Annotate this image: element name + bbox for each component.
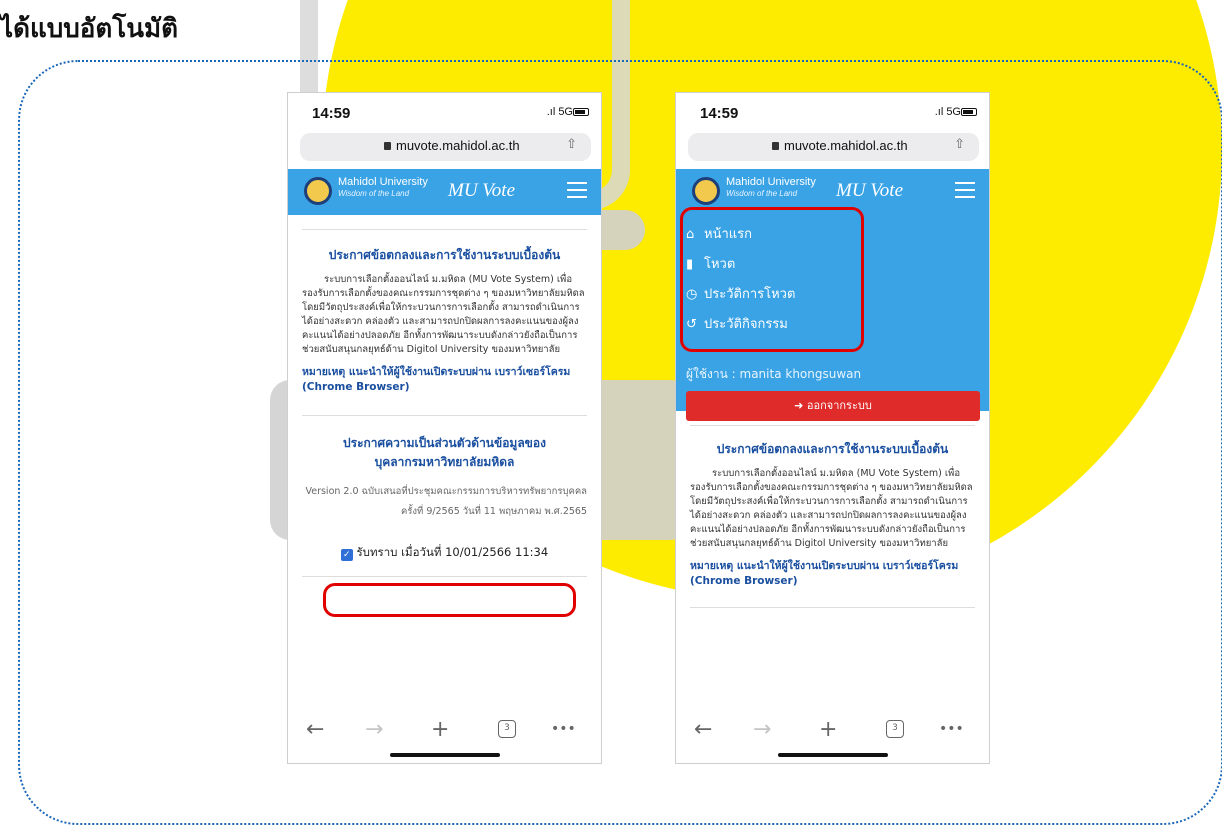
status-bar: 14:59 .ıl 5G bbox=[288, 93, 601, 133]
brand-name: Mahidol University bbox=[726, 176, 816, 188]
signal-icon: .ıl 5G bbox=[934, 106, 961, 118]
new-tab-plus-icon[interactable]: + bbox=[431, 717, 449, 742]
brand-tagline: Wisdom of the Land bbox=[338, 189, 410, 198]
address-bar[interactable]: muvote.mahidol.ac.th ⇧ bbox=[300, 133, 591, 161]
signal-icon: .ıl 5G bbox=[546, 106, 573, 118]
new-tab-plus-icon[interactable]: + bbox=[819, 717, 837, 742]
lock-icon bbox=[384, 142, 391, 150]
forward-arrow-icon[interactable]: → bbox=[753, 717, 771, 742]
app-title: MU Vote bbox=[836, 180, 904, 201]
highlight-menu bbox=[680, 207, 864, 352]
url-text: muvote.mahidol.ac.th bbox=[784, 138, 908, 153]
page-content: ประกาศข้อตกลงและการใช้งานระบบเบื้องต้น ร… bbox=[288, 215, 601, 577]
browser-toolbar: ← → + 3 ••• bbox=[288, 703, 601, 763]
privacy-title: ประกาศความเป็นส่วนตัวด้านข้อมูลของ บุคลา… bbox=[343, 436, 546, 469]
browser-toolbar: ← → + 3 ••• bbox=[676, 703, 989, 763]
current-user: ผู้ใช้งาน : manita khongsuwan bbox=[686, 367, 862, 381]
terms-title: ประกาศข้อตกลงและการใช้งานระบบเบื้องต้น bbox=[716, 442, 949, 456]
university-logo bbox=[304, 177, 332, 205]
address-bar[interactable]: muvote.mahidol.ac.th ⇧ bbox=[688, 133, 979, 161]
battery-icon bbox=[573, 108, 589, 116]
forward-arrow-icon[interactable]: → bbox=[365, 717, 383, 742]
home-indicator bbox=[389, 753, 500, 757]
lock-icon bbox=[772, 142, 779, 150]
checkbox-checked-icon[interactable]: ✓ bbox=[340, 549, 353, 561]
hamburger-menu-icon[interactable] bbox=[955, 182, 975, 198]
home-indicator bbox=[777, 753, 888, 757]
terms-body: ระบบการเลือกตั้งออนไลน์ ม.มหิดล (MU Vote… bbox=[302, 274, 585, 355]
tabs-count-icon[interactable]: 3 bbox=[886, 720, 904, 738]
highlight-acknowledge bbox=[323, 583, 576, 617]
hamburger-menu-icon[interactable] bbox=[567, 182, 587, 198]
dotted-frame bbox=[18, 60, 1222, 825]
share-icon[interactable]: ⇧ bbox=[954, 137, 965, 152]
brand: Mahidol University Wisdom of the Land bbox=[726, 177, 816, 199]
status-time: 14:59 bbox=[312, 105, 351, 122]
left-phone-screenshot: 14:59 .ıl 5G muvote.mahidol.ac.th ⇧ Mahi… bbox=[287, 92, 602, 764]
more-options-icon[interactable]: ••• bbox=[551, 721, 576, 737]
brand-name: Mahidol University bbox=[338, 176, 428, 188]
url-text: muvote.mahidol.ac.th bbox=[396, 138, 520, 153]
university-logo bbox=[692, 177, 720, 205]
app-navbar: Mahidol University Wisdom of the Land MU… bbox=[288, 169, 601, 215]
browser-note: หมายเหตุ แนะนำให้ผู้ใช้งานเปิดระบบผ่าน เ… bbox=[690, 560, 959, 587]
slide: ได้แบบอัตโนมัติ 14:59 .ıl 5G muvote.mahi… bbox=[0, 0, 1222, 830]
brand: Mahidol University Wisdom of the Land bbox=[338, 177, 428, 199]
back-arrow-icon[interactable]: ← bbox=[694, 717, 712, 742]
back-arrow-icon[interactable]: ← bbox=[306, 717, 324, 742]
brand-tagline: Wisdom of the Land bbox=[726, 189, 798, 198]
status-bar: 14:59 .ıl 5G bbox=[676, 93, 989, 133]
slide-title: ได้แบบอัตโนมัติ bbox=[0, 14, 178, 44]
app-title: MU Vote bbox=[448, 180, 516, 201]
acknowledge-text: รับทราบ เมื่อวันที่ 10/01/2566 11:34 bbox=[356, 545, 549, 559]
page-content: ประกาศข้อตกลงและการใช้งานระบบเบื้องต้น ร… bbox=[676, 411, 989, 608]
battery-icon bbox=[961, 108, 977, 116]
more-options-icon[interactable]: ••• bbox=[939, 721, 964, 737]
tabs-count-icon[interactable]: 3 bbox=[498, 720, 516, 738]
right-phone-screenshot: 14:59 .ıl 5G muvote.mahidol.ac.th ⇧ Mahi… bbox=[675, 92, 990, 764]
privacy-version: Version 2.0 ฉบับเสนอที่ประชุมคณะกรรมการบ… bbox=[305, 486, 587, 517]
browser-note: หมายเหตุ แนะนำให้ผู้ใช้งานเปิดระบบผ่าน เ… bbox=[302, 366, 571, 393]
status-time: 14:59 bbox=[700, 105, 739, 122]
terms-body: ระบบการเลือกตั้งออนไลน์ ม.มหิดล (MU Vote… bbox=[690, 468, 973, 549]
share-icon[interactable]: ⇧ bbox=[566, 137, 577, 152]
terms-title: ประกาศข้อตกลงและการใช้งานระบบเบื้องต้น bbox=[328, 248, 561, 262]
acknowledge-row[interactable]: ✓ รับทราบ เมื่อวันที่ 10/01/2566 11:34 bbox=[302, 544, 587, 562]
